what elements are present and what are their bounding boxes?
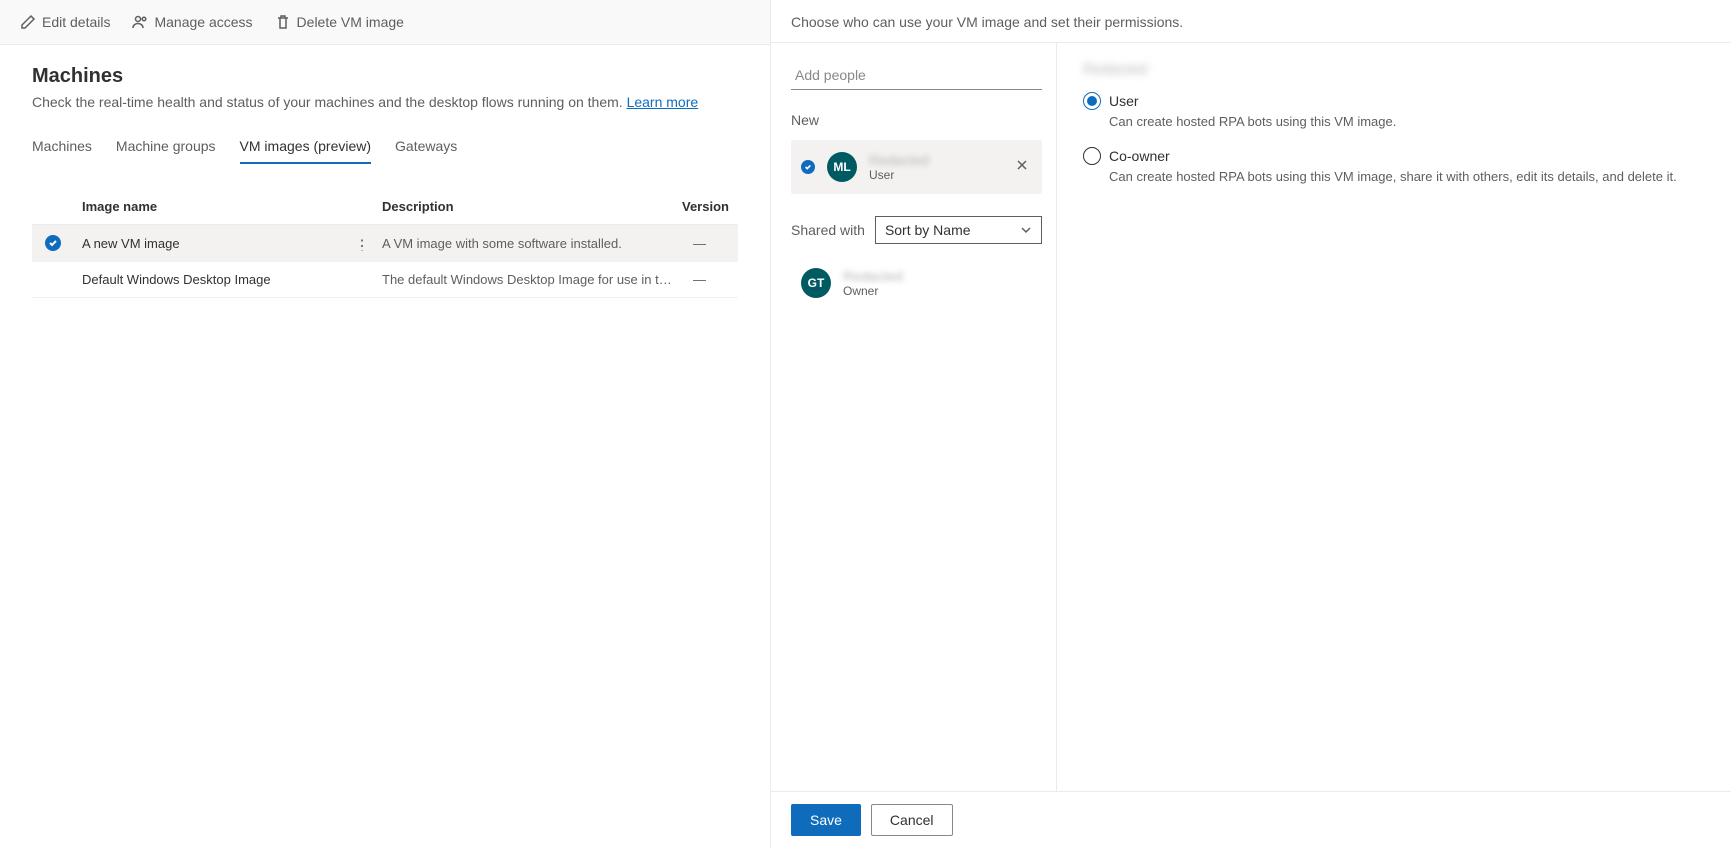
page-subtitle-text: Check the real-time health and status of… bbox=[32, 94, 627, 110]
delete-vm-label: Delete VM image bbox=[297, 14, 404, 30]
col-image-name[interactable]: Image name bbox=[82, 199, 382, 214]
save-button[interactable]: Save bbox=[791, 804, 861, 836]
row-version: — bbox=[682, 272, 738, 287]
pencil-icon bbox=[20, 14, 36, 30]
shared-with-label: Shared with bbox=[791, 222, 865, 238]
shared-person-card[interactable]: GT Redacted Owner bbox=[791, 258, 1042, 308]
content-area: Machines Check the real-time health and … bbox=[0, 45, 770, 318]
panel-footer: Save Cancel bbox=[771, 791, 1731, 848]
page-subtitle: Check the real-time health and status of… bbox=[32, 94, 738, 110]
avatar: ML bbox=[827, 152, 857, 182]
edit-details-label: Edit details bbox=[42, 14, 110, 30]
avatar: GT bbox=[801, 268, 831, 298]
permission-option-user[interactable]: User Can create hosted RPA bots using th… bbox=[1083, 92, 1705, 129]
col-version[interactable]: Version bbox=[682, 199, 761, 214]
permission-label: User bbox=[1109, 93, 1139, 109]
close-icon bbox=[1016, 159, 1028, 171]
row-description: A VM image with some software installed. bbox=[382, 236, 682, 251]
cancel-button[interactable]: Cancel bbox=[871, 804, 953, 836]
col-description[interactable]: Description bbox=[382, 199, 682, 214]
table-row[interactable]: Default Windows Desktop Image The defaul… bbox=[32, 262, 738, 298]
person-role: Owner bbox=[843, 284, 1032, 298]
row-name: A new VM image bbox=[82, 236, 180, 251]
table-header: Image name Description Version bbox=[32, 189, 738, 225]
tab-machine-groups[interactable]: Machine groups bbox=[116, 130, 216, 164]
sort-by-value: Sort by Name bbox=[885, 222, 971, 238]
person-role: User bbox=[869, 168, 1000, 182]
permission-description: Can create hosted RPA bots using this VM… bbox=[1109, 114, 1705, 129]
radio-icon[interactable] bbox=[1083, 147, 1101, 165]
page-title: Machines bbox=[32, 65, 738, 88]
edit-details-button[interactable]: Edit details bbox=[18, 10, 112, 34]
tab-machines[interactable]: Machines bbox=[32, 130, 92, 164]
permission-option-coowner[interactable]: Co-owner Can create hosted RPA bots usin… bbox=[1083, 147, 1705, 184]
radio-icon[interactable] bbox=[1083, 92, 1101, 110]
learn-more-link[interactable]: Learn more bbox=[627, 94, 699, 110]
person-name-redacted: Redacted bbox=[869, 152, 1000, 168]
tab-vm-images[interactable]: VM images (preview) bbox=[240, 130, 371, 164]
new-section-label: New bbox=[791, 112, 1042, 128]
manage-access-label: Manage access bbox=[154, 14, 252, 30]
permission-label: Co-owner bbox=[1109, 148, 1170, 164]
vm-image-table: Image name Description Version A new VM … bbox=[32, 189, 738, 298]
permissions-heading-redacted: Redacted bbox=[1083, 61, 1705, 78]
delete-vm-button[interactable]: Delete VM image bbox=[273, 10, 406, 34]
people-column: New ML Redacted User Shared with bbox=[771, 43, 1057, 791]
people-icon bbox=[132, 14, 148, 30]
sort-by-dropdown[interactable]: Sort by Name bbox=[875, 216, 1042, 244]
row-description: The default Windows Desktop Image for us… bbox=[382, 272, 682, 287]
tab-gateways[interactable]: Gateways bbox=[395, 130, 457, 164]
trash-icon bbox=[275, 14, 291, 30]
permissions-column: Redacted User Can create hosted RPA bots… bbox=[1057, 43, 1731, 791]
checkmark-icon bbox=[801, 160, 815, 174]
main-pane: Edit details Manage access Delete VM ima… bbox=[0, 0, 771, 848]
remove-person-button[interactable] bbox=[1012, 154, 1032, 180]
new-person-card[interactable]: ML Redacted User bbox=[791, 140, 1042, 194]
add-people-input[interactable] bbox=[791, 61, 1042, 90]
chevron-down-icon bbox=[1020, 224, 1032, 236]
row-more-icon[interactable]: ⋮ bbox=[354, 236, 372, 251]
tabs: Machines Machine groups VM images (previ… bbox=[32, 130, 738, 165]
row-name: Default Windows Desktop Image bbox=[82, 272, 271, 287]
table-row[interactable]: A new VM image ⋮ A VM image with some so… bbox=[32, 225, 738, 262]
permission-description: Can create hosted RPA bots using this VM… bbox=[1109, 169, 1705, 184]
person-name-redacted: Redacted bbox=[843, 268, 1032, 284]
manage-access-button[interactable]: Manage access bbox=[130, 10, 254, 34]
manage-access-panel: Choose who can use your VM image and set… bbox=[771, 0, 1731, 848]
checkmark-icon[interactable] bbox=[45, 235, 61, 251]
panel-description: Choose who can use your VM image and set… bbox=[771, 0, 1731, 43]
row-version: — bbox=[682, 236, 738, 251]
toolbar: Edit details Manage access Delete VM ima… bbox=[0, 0, 770, 45]
